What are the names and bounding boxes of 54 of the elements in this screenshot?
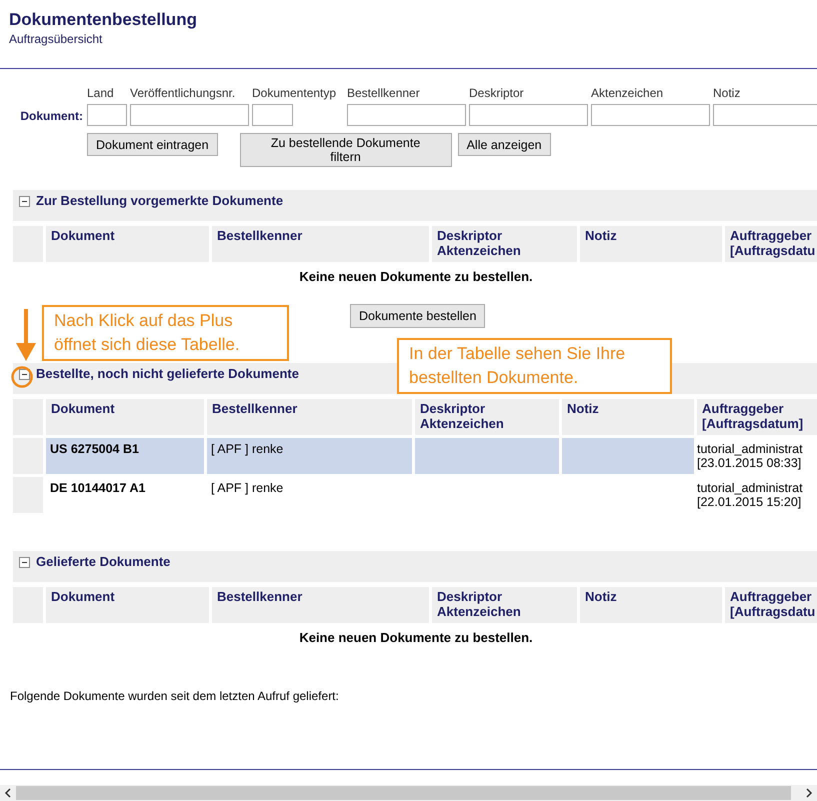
callout: In der Tabelle sehen Sie Ihre bestellten Dokumente. xyxy=(397,338,672,394)
scroll-right-icon[interactable] xyxy=(805,788,813,798)
info-text: Folgende Dokumente wurden seit dem letzten Aufruf geliefert: xyxy=(10,689,340,703)
collapse-icon[interactable] xyxy=(19,369,30,380)
collapse-icon[interactable] xyxy=(19,557,30,568)
arrow-icon xyxy=(16,309,36,361)
field-label: Aktenzeichen xyxy=(591,86,664,102)
column-header: Notiz xyxy=(580,226,722,262)
table-cell[interactable]: US 6275004 B1 xyxy=(46,438,204,474)
input-field[interactable] xyxy=(87,104,127,126)
column-header: Deskriptor Aktenzeichen xyxy=(432,226,577,262)
field-label: Bestellkenner xyxy=(347,86,421,102)
section-title: Gelieferte Dokumente xyxy=(36,554,170,569)
column-header: Bestellkenner xyxy=(212,226,429,262)
field-label: Notiz xyxy=(713,86,742,102)
highlight-circle xyxy=(11,366,33,388)
column-header: Notiz xyxy=(562,399,694,435)
table-cell: [ APF ] renke xyxy=(207,438,412,474)
section-title: Bestellte, noch nicht gelieferte Dokumente xyxy=(36,366,299,381)
scroll-left-icon[interactable] xyxy=(4,788,12,798)
column-header: Bestellkenner xyxy=(207,399,412,435)
field-label: Veröffentlichungsnr. xyxy=(130,86,236,102)
input-field[interactable] xyxy=(713,104,817,126)
column-header: Dokument xyxy=(46,226,209,262)
field-label: Deskriptor xyxy=(469,86,525,102)
input-field[interactable] xyxy=(469,104,588,126)
column-header: Deskriptor Aktenzeichen xyxy=(415,399,559,435)
column-header: Auftraggeber [Auftragsdatum] xyxy=(697,399,817,435)
collapse-icon[interactable] xyxy=(19,196,30,207)
section-title: Zur Bestellung vorgemerkte Dokumente xyxy=(36,193,284,208)
order-button[interactable]: Dokumente bestellen xyxy=(350,304,486,328)
input-field[interactable] xyxy=(591,104,710,126)
form-button[interactable]: Zu bestellende Dokumente filtern xyxy=(240,133,452,167)
column-header: Auftraggeber [Auftragsdatu xyxy=(725,226,817,262)
empty-message: Keine neuen Dokumente zu bestellen. xyxy=(299,630,533,645)
page-title: Dokumentenbestellung xyxy=(9,10,198,30)
scrollbar-thumb[interactable] xyxy=(16,786,791,800)
input-field[interactable] xyxy=(252,104,293,126)
column-header: Auftraggeber [Auftragsdatu xyxy=(725,587,817,623)
page-subtitle: Auftragsübersicht xyxy=(9,32,104,46)
column-header: Bestellkenner xyxy=(212,587,429,623)
form-button[interactable]: Alle anzeigen xyxy=(458,133,551,156)
callout: Nach Klick auf das Plus öffnet sich diese Tabelle. xyxy=(42,305,289,361)
empty-message: Keine neuen Dokumente zu bestellen. xyxy=(299,269,533,284)
column-header: Notiz xyxy=(580,587,722,623)
field-label: Dokumententyp xyxy=(252,86,338,102)
column-header: Deskriptor Aktenzeichen xyxy=(432,587,577,623)
column-header: Dokument xyxy=(46,587,209,623)
input-field[interactable] xyxy=(130,104,249,126)
form-label: Dokument: xyxy=(19,109,84,123)
form-button[interactable]: Dokument eintragen xyxy=(87,133,218,156)
field-label: Land xyxy=(87,86,115,102)
input-field[interactable] xyxy=(347,104,466,126)
column-header: Dokument xyxy=(46,399,204,435)
